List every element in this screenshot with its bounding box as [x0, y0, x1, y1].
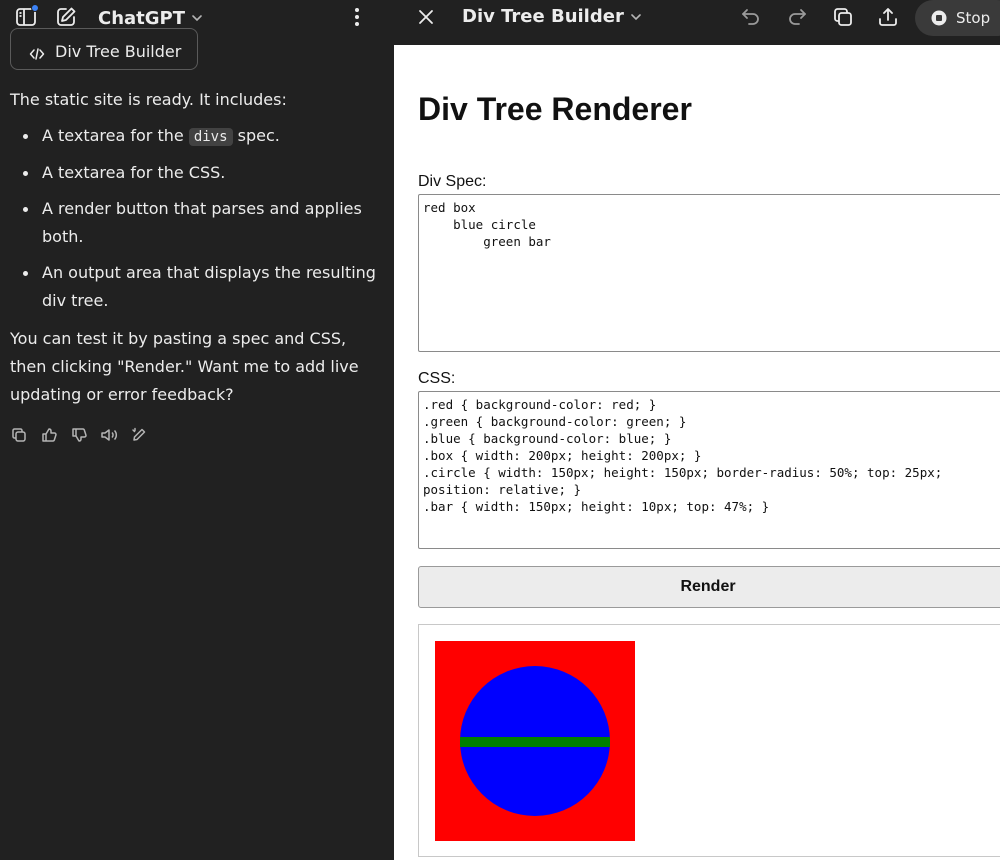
list-item: A textarea for the divs spec. — [10, 122, 380, 151]
stop-label: Stop — [956, 9, 991, 27]
more-options-icon[interactable] — [345, 5, 369, 29]
sidebar-toggle-icon[interactable] — [14, 4, 39, 29]
notification-dot — [31, 4, 39, 12]
page-title: Div Tree Renderer — [418, 91, 692, 127]
read-aloud-icon[interactable] — [100, 426, 118, 444]
edit-icon[interactable] — [130, 426, 148, 444]
canvas-chip-label: Div Tree Builder — [55, 42, 182, 61]
copy-document-icon[interactable] — [831, 5, 855, 29]
thumbs-down-icon[interactable] — [70, 426, 88, 444]
copy-icon[interactable] — [10, 426, 28, 444]
model-name: ChatGPT — [98, 7, 186, 29]
div-spec-textarea[interactable]: red box blue circle green bar — [418, 194, 1000, 352]
inline-code: divs — [188, 128, 233, 146]
output-area — [418, 624, 1000, 857]
bullet-text: An output area that displays the resulti… — [42, 263, 376, 310]
code-icon — [29, 48, 45, 60]
css-textarea[interactable]: .red { background-color: red; } .green {… — [418, 391, 1000, 549]
canvas-pane: Div Tree Builder Stop Div Tree Renderer — [394, 0, 1000, 860]
bullet-text: A textarea for the CSS. — [42, 163, 226, 182]
list-item: A render button that parses and applies … — [10, 195, 380, 251]
close-icon[interactable] — [414, 5, 438, 29]
blue-circle — [460, 666, 610, 816]
chevron-down-icon — [192, 15, 202, 22]
chevron-down-icon — [631, 13, 641, 20]
rendered-page: Div Tree Renderer Div Spec: red box blue… — [394, 45, 1000, 860]
div-spec-label: Div Spec: — [418, 173, 487, 190]
chat-pane: ChatGPT Div Tree Builder The static site… — [0, 0, 394, 860]
stop-icon — [931, 10, 947, 26]
message-intro: The static site is ready. It includes: — [10, 90, 287, 109]
bullet-text: A render button that parses and applies … — [42, 199, 362, 246]
share-icon[interactable] — [876, 5, 900, 29]
message-bullet-list: A textarea for the divs spec. A textarea… — [10, 122, 380, 315]
thumbs-up-icon[interactable] — [40, 426, 58, 444]
message-outro: You can test it by pasting a spec and CS… — [10, 329, 359, 404]
model-picker[interactable]: ChatGPT — [98, 6, 203, 30]
stop-button[interactable]: Stop — [915, 0, 1000, 36]
redo-icon[interactable] — [785, 5, 809, 29]
new-chat-icon[interactable] — [54, 5, 78, 29]
bullet-text: A textarea for the — [42, 126, 189, 145]
bullet-text: spec. — [232, 126, 280, 145]
undo-icon[interactable] — [739, 5, 763, 29]
message-actions — [10, 426, 148, 444]
list-item: An output area that displays the resulti… — [10, 259, 380, 315]
css-label: CSS: — [418, 370, 456, 387]
red-box — [435, 641, 635, 841]
list-item: A textarea for the CSS. — [10, 159, 380, 187]
canvas-document-chip[interactable]: Div Tree Builder — [10, 28, 198, 70]
assistant-message: The static site is ready. It includes: A… — [10, 86, 380, 409]
render-button[interactable]: Render — [418, 566, 1000, 608]
document-title: Div Tree Builder — [462, 6, 624, 27]
green-bar — [460, 736, 610, 747]
canvas-header: Div Tree Builder Stop — [394, 0, 1000, 45]
document-title-picker[interactable]: Div Tree Builder — [462, 6, 642, 27]
